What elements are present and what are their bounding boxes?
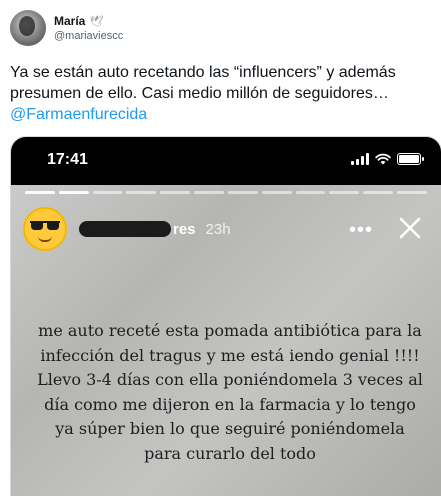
close-icon[interactable] <box>395 213 425 243</box>
status-bar: 17:41 <box>11 137 441 185</box>
story-posted-ago: 23h <box>205 220 231 238</box>
story-progress <box>25 191 427 194</box>
story-progress-segment <box>363 191 394 194</box>
tweet-body: Ya se están auto recetando las “influenc… <box>10 64 396 102</box>
tweet-text: Ya se están auto recetando las “influenc… <box>10 62 438 125</box>
story-progress-segment <box>126 191 157 194</box>
story-progress-segment <box>261 191 292 194</box>
signal-icon <box>351 153 369 165</box>
story-header: res 23h ••• <box>23 207 429 251</box>
avatar[interactable] <box>10 10 46 46</box>
display-name[interactable]: María <box>54 14 85 28</box>
sunglasses-icon <box>30 221 60 231</box>
dove-icon: 🕊 <box>89 15 104 28</box>
sunglasses-emoji-avatar[interactable] <box>23 207 67 251</box>
battery-icon <box>397 153 424 165</box>
story-caption: me auto receté esta pomada antibiótica p… <box>37 321 423 463</box>
status-time: 17:41 <box>47 151 88 168</box>
story-progress-segment <box>295 191 326 194</box>
author-names: María 🕊 @mariaviescc <box>54 14 123 42</box>
tweet-header: María 🕊 @mariaviescc <box>10 8 123 48</box>
handle[interactable]: @mariaviescc <box>54 30 123 42</box>
name-row: María 🕊 <box>54 14 123 28</box>
more-icon[interactable]: ••• <box>349 219 373 242</box>
status-icons <box>351 153 424 165</box>
mention-link[interactable]: @Farmaenfurecida <box>10 104 438 125</box>
story-progress-segment <box>160 191 191 194</box>
story-progress-segment <box>329 191 360 194</box>
wifi-icon <box>375 153 391 165</box>
story-progress-segment <box>227 191 258 194</box>
redacted-username <box>79 221 171 237</box>
battery-fill <box>399 155 419 163</box>
story-progress-segment <box>397 191 427 194</box>
media-screenshot[interactable]: 17:41 res 23h ••• me auto receté esta po… <box>10 136 441 496</box>
story-progress-segment <box>194 191 224 194</box>
emoji-mouth <box>38 236 52 242</box>
story-progress-segment <box>92 191 123 194</box>
username-suffix[interactable]: res <box>173 221 196 238</box>
story-progress-segment <box>58 191 89 194</box>
story-progress-segment <box>25 191 55 194</box>
